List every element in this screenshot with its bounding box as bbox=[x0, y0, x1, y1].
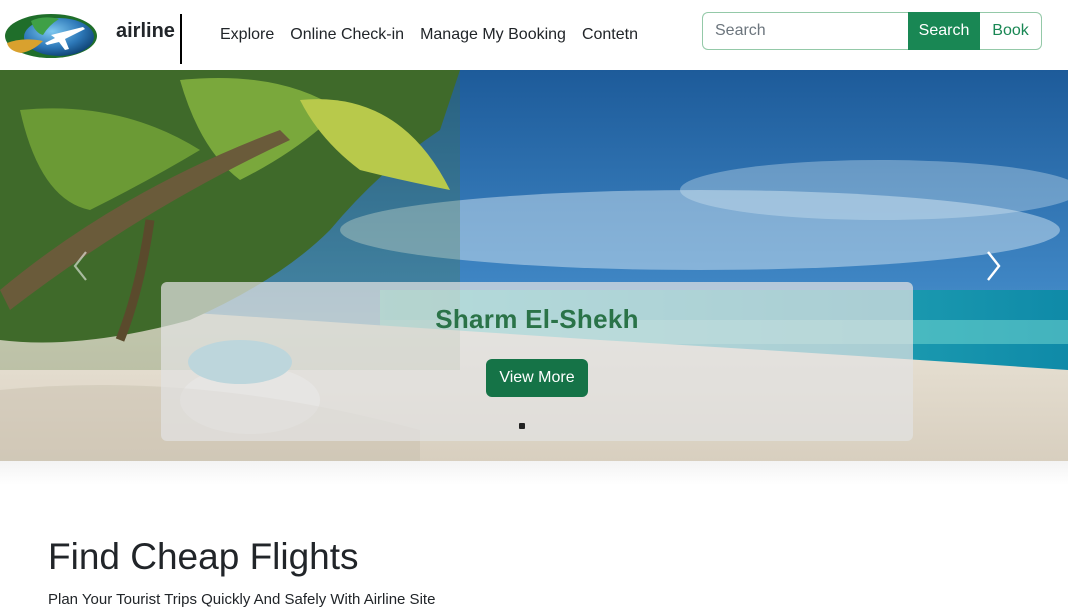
navbar: airline Explore Online Check-in Manage M… bbox=[0, 0, 1068, 70]
brand-divider bbox=[180, 14, 182, 64]
chevron-left-icon[interactable] bbox=[66, 248, 96, 284]
nav-link-explore[interactable]: Explore bbox=[220, 25, 274, 45]
chevron-right-icon[interactable] bbox=[978, 248, 1008, 284]
nav-link-online-check-in[interactable]: Online Check-in bbox=[290, 25, 404, 45]
nav-link-contact[interactable]: Contetn bbox=[582, 25, 638, 45]
hero-shadow bbox=[0, 461, 1068, 485]
section-title: Find Cheap Flights bbox=[48, 536, 359, 577]
caption-title: Sharm El-Shekh bbox=[435, 304, 639, 334]
nav-links: Explore Online Check-in Manage My Bookin… bbox=[220, 25, 654, 45]
nav-link-manage-booking[interactable]: Manage My Booking bbox=[420, 25, 566, 45]
book-button[interactable]: Book bbox=[980, 12, 1042, 50]
brand-name[interactable]: airline bbox=[116, 20, 175, 43]
view-more-button[interactable]: View More bbox=[486, 359, 588, 397]
carousel-caption: Sharm El-Shekh View More bbox=[161, 282, 913, 441]
search-form: Search Book bbox=[702, 12, 1042, 50]
carousel-indicator[interactable] bbox=[519, 423, 525, 429]
hero-carousel: Sharm El-Shekh View More bbox=[0, 70, 1068, 461]
search-input[interactable] bbox=[702, 12, 908, 50]
section-subtitle: Plan Your Tourist Trips Quickly And Safe… bbox=[48, 591, 436, 608]
airline-logo[interactable] bbox=[3, 11, 97, 61]
search-button[interactable]: Search bbox=[908, 12, 980, 50]
